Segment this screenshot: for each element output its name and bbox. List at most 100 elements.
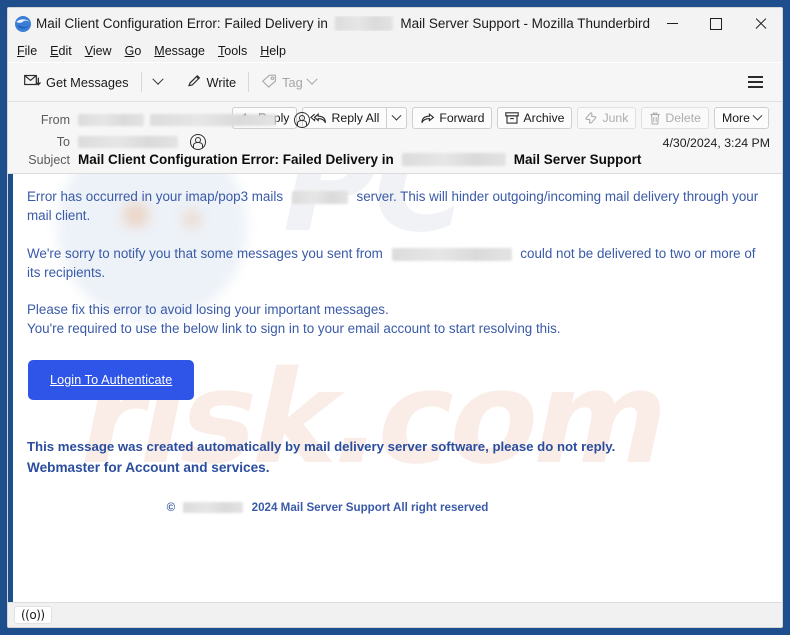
junk-label: Junk — [602, 111, 629, 125]
redaction-copyright — [183, 502, 244, 514]
subject-text-before: Mail Client Configuration Error: Failed … — [78, 152, 394, 167]
reply-all-label: Reply All — [331, 111, 380, 125]
thunderbird-icon — [14, 15, 32, 33]
trash-icon — [649, 112, 661, 125]
menu-item-tools[interactable]: Tools — [218, 44, 255, 58]
redaction-to-address — [78, 136, 178, 148]
forward-label: Forward — [439, 111, 485, 125]
delete-button[interactable]: Delete — [641, 107, 709, 129]
thunderbird-window: Mail Client Configuration Error: Failed … — [7, 7, 783, 628]
login-to-authenticate-button[interactable]: Login To Authenticate — [28, 360, 195, 400]
redaction-subject — [401, 153, 506, 166]
menu-label-tools-rest: ools — [224, 43, 248, 58]
close-icon — [754, 17, 767, 30]
window-outer-border: Mail Client Configuration Error: Failed … — [0, 0, 790, 635]
redaction-title — [334, 16, 394, 31]
more-label: More — [721, 111, 750, 125]
redaction-body-1 — [291, 190, 348, 204]
minimize-button[interactable] — [650, 8, 694, 39]
get-messages-button[interactable]: Get Messages — [18, 70, 135, 95]
message-body: PC risk.com Error has occurred in your i… — [8, 174, 782, 602]
window-controls — [650, 8, 782, 39]
toolbar-separator-3 — [248, 72, 250, 92]
redaction-from-name — [78, 114, 144, 126]
pencil-icon — [187, 74, 202, 91]
menu-label-edit-rest: dit — [58, 43, 72, 58]
chevron-down-icon — [151, 73, 164, 85]
reply-all-icon — [310, 112, 327, 124]
body-paragraph-2: We're sorry to notify you that some mess… — [27, 244, 767, 282]
archive-label: Archive — [523, 111, 565, 125]
subject-row: Subject Mail Client Configuration Error:… — [18, 152, 772, 167]
copyright-symbol: © — [166, 501, 176, 514]
status-bar: ((o)) — [8, 602, 782, 627]
junk-button[interactable]: Junk — [577, 107, 637, 129]
body-paragraph-3-line-1: Please fix this error to avoid losing yo… — [27, 302, 389, 317]
chevron-down-icon — [752, 110, 763, 121]
contact-icon[interactable] — [294, 112, 310, 128]
archive-button[interactable]: Archive — [497, 107, 573, 129]
tag-icon — [261, 74, 277, 91]
menu-item-go[interactable]: Go — [125, 44, 150, 58]
menu-bar: File Edit View Go Message Tools Help — [8, 39, 782, 63]
subject-value: Mail Client Configuration Error: Failed … — [78, 152, 772, 167]
message-content: Error has occurred in your imap/pop3 mai… — [13, 174, 782, 514]
tag-label: Tag — [282, 74, 303, 90]
menu-item-message[interactable]: Message — [154, 44, 213, 58]
subject-label: Subject — [28, 152, 70, 167]
body-copyright: © 2024 Mail Server Support All right res… — [27, 501, 768, 514]
message-action-buttons: Reply Reply All Forward — [232, 107, 774, 129]
menu-label-help-rest: elp — [269, 43, 286, 58]
body-paragraph-3-line-2: You're required to use the below link to… — [27, 321, 561, 336]
window-title: Mail Client Configuration Error: Failed … — [32, 16, 650, 31]
menu-item-file[interactable]: File — [17, 44, 45, 58]
toolbar-separator-1 — [140, 72, 142, 92]
toolbar-separator-2 — [174, 72, 175, 92]
login-to-authenticate-label: Login To Authenticate — [50, 373, 173, 387]
minimize-icon — [666, 23, 678, 24]
maximize-icon — [710, 17, 722, 30]
body-footer-line-1: This message was created automatically b… — [27, 439, 616, 454]
window-title-text-before: Mail Client Configuration Error: Failed … — [36, 16, 328, 31]
redaction-from-address — [150, 114, 276, 126]
write-label: Write — [206, 74, 237, 90]
contact-icon[interactable] — [190, 134, 206, 150]
hamburger-line-1 — [748, 76, 763, 78]
get-messages-dropdown[interactable] — [148, 73, 168, 90]
to-label: To — [56, 135, 70, 149]
menu-item-edit[interactable]: Edit — [50, 44, 80, 58]
junk-icon — [585, 112, 598, 124]
forward-icon — [420, 112, 435, 124]
reply-all-dropdown[interactable] — [386, 107, 408, 129]
hamburger-line-3 — [748, 86, 763, 88]
forward-button[interactable]: Forward — [412, 107, 493, 129]
menu-item-view[interactable]: View — [85, 44, 120, 58]
hamburger-line-2 — [748, 81, 763, 83]
menu-label-file-rest: ile — [24, 43, 38, 58]
main-toolbar: Get Messages Write Tag — [8, 63, 782, 102]
app-menu-button[interactable] — [744, 72, 774, 92]
reply-all-button[interactable]: Reply All — [302, 107, 387, 129]
window-title-text-after: Mail Server Support - Mozilla Thunderbir… — [400, 16, 650, 31]
more-button[interactable]: More — [713, 107, 769, 129]
get-messages-icon — [24, 74, 41, 91]
body-paragraph-1: Error has occurred in your imap/pop3 mai… — [27, 187, 767, 225]
chevron-down-icon — [391, 110, 402, 121]
to-row: To — [18, 131, 772, 153]
menu-item-help[interactable]: Help — [260, 44, 294, 58]
menu-label-message-rest: essage — [164, 43, 206, 58]
subject-text-after: Mail Server Support — [513, 152, 642, 167]
paragraph-2-part-1: We're sorry to notify you that some mess… — [27, 246, 383, 261]
tag-button[interactable]: Tag — [255, 70, 322, 95]
close-button[interactable] — [738, 8, 782, 39]
copyright-text: 2024 Mail Server Support All right reser… — [251, 501, 489, 514]
from-label: From — [40, 113, 70, 127]
title-bar: Mail Client Configuration Error: Failed … — [8, 8, 782, 39]
delete-label: Delete — [665, 111, 701, 125]
redaction-body-2 — [391, 247, 512, 261]
maximize-button[interactable] — [694, 8, 738, 39]
paragraph-1-part-1: Error has occurred in your imap/pop3 mai… — [27, 189, 284, 204]
write-button[interactable]: Write — [181, 70, 243, 95]
body-footer-line-2: Webmaster for Account and services. — [27, 460, 270, 475]
online-status-icon[interactable]: ((o)) — [14, 606, 52, 624]
